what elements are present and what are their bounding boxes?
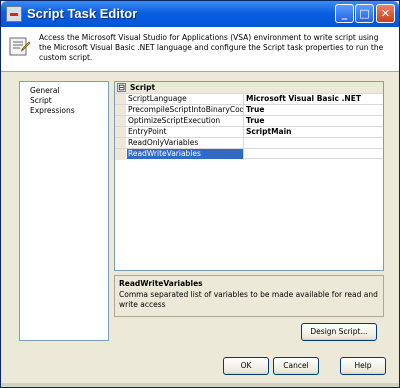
description-text: Comma separated list of variables to be … <box>119 290 378 309</box>
property-name: ReadOnlyVariables <box>128 138 199 147</box>
close-button[interactable]: ✕ <box>376 4 395 23</box>
category-label: Script <box>130 83 156 92</box>
property-name: EntryPoint <box>128 127 167 136</box>
property-row-precompile[interactable]: PrecompileScriptIntoBinaryCode True <box>115 104 383 116</box>
background-strip <box>1 383 399 387</box>
header-panel: Access the Microsoft Visual Studio for A… <box>1 27 399 72</box>
category-row-script[interactable]: ⊟ Script <box>115 82 383 93</box>
nav-item-script[interactable]: Script <box>30 96 52 105</box>
title-bar[interactable]: Script Task Editor _ □ ✕ <box>1 1 399 27</box>
property-row-scriptlanguage[interactable]: ScriptLanguage Microsoft Visual Basic .N… <box>115 93 383 105</box>
script-task-icon <box>9 37 31 56</box>
column-splitter <box>243 149 244 160</box>
property-row-optimize[interactable]: OptimizeScriptExecution True <box>115 115 383 127</box>
property-grid: ⊟ Script ScriptLanguage Microsoft Visual… <box>114 81 384 271</box>
property-value[interactable]: True <box>246 105 382 115</box>
nav-item-general[interactable]: General <box>30 86 60 95</box>
app-icon <box>6 6 22 22</box>
help-button[interactable]: Help <box>340 357 386 375</box>
property-name: OptimizeScriptExecution <box>128 116 221 125</box>
minimize-button[interactable]: _ <box>335 4 354 23</box>
header-description: Access the Microsoft Visual Studio for A… <box>39 33 384 62</box>
page-navigation: General Script Expressions <box>19 81 109 341</box>
design-script-button[interactable]: Design Script... <box>301 323 377 341</box>
property-name: ScriptLanguage <box>128 94 187 103</box>
property-description-panel: ReadWriteVariables Comma separated list … <box>114 275 384 317</box>
property-name: PrecompileScriptIntoBinaryCode <box>128 105 243 114</box>
property-row-readwritevariables[interactable]: ReadWriteVariables <box>115 148 383 160</box>
collapse-icon[interactable]: ⊟ <box>117 83 126 92</box>
description-title: ReadWriteVariables <box>119 279 203 288</box>
property-value[interactable]: True <box>246 116 382 126</box>
property-value[interactable]: Microsoft Visual Basic .NET <box>246 94 382 104</box>
property-row-readonlyvariables[interactable]: ReadOnlyVariables <box>115 137 383 149</box>
property-value[interactable]: ScriptMain <box>246 127 382 137</box>
property-row-entrypoint[interactable]: EntryPoint ScriptMain <box>115 126 383 138</box>
ok-button[interactable]: OK <box>223 357 269 375</box>
nav-item-expressions[interactable]: Expressions <box>30 106 75 115</box>
row-margin <box>115 149 126 160</box>
window-title: Script Task Editor <box>27 6 138 21</box>
cancel-button[interactable]: Cancel <box>273 357 319 375</box>
property-value[interactable] <box>246 138 382 148</box>
maximize-button[interactable]: □ <box>355 4 374 23</box>
script-task-editor-window: Script Task Editor _ □ ✕ Access the Micr… <box>0 0 400 388</box>
property-name: ReadWriteVariables <box>127 149 243 159</box>
property-value[interactable] <box>246 149 382 159</box>
